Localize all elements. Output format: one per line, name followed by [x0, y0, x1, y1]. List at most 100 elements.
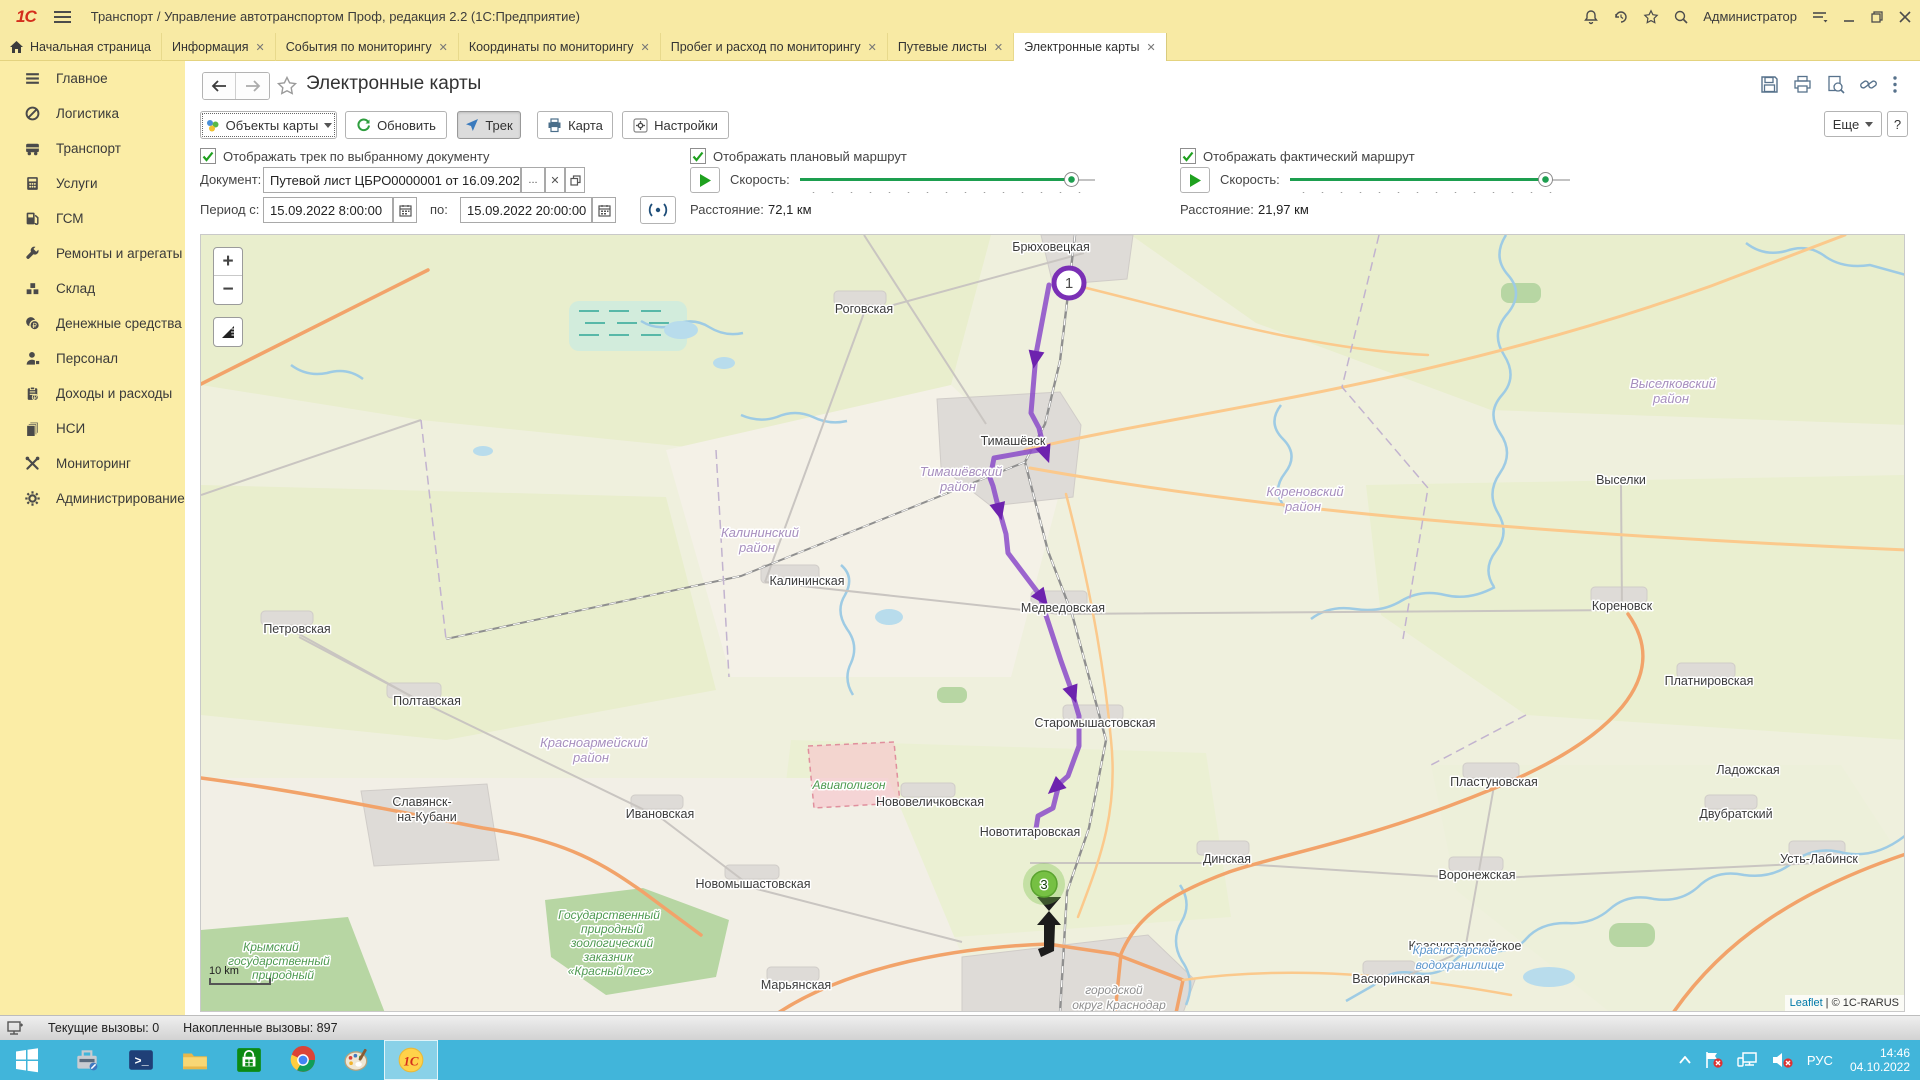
tab-home[interactable]: Начальная страница [0, 33, 162, 61]
sidebar-item-money[interactable]: Денежные средства [0, 306, 185, 341]
period-from-input[interactable]: 15.09.2022 8:00:00 [263, 197, 393, 223]
tab-close-icon[interactable]: ✕ [868, 41, 877, 54]
play-icon [1190, 174, 1201, 187]
sidebar-item-monitoring[interactable]: Мониторинг [0, 446, 185, 481]
plan-speed-slider[interactable] [800, 167, 1095, 193]
close-button[interactable] [1898, 10, 1912, 24]
slider-handle[interactable] [1064, 172, 1079, 187]
track-button[interactable]: Трек [457, 111, 521, 139]
tab-document-2[interactable]: События по мониторингу✕ [276, 33, 459, 61]
history-icon[interactable] [1613, 9, 1629, 25]
sidebar-item-logistics[interactable]: Логистика [0, 96, 185, 131]
start-button[interactable] [0, 1040, 54, 1080]
more-actions-kebab-icon[interactable] [1892, 75, 1898, 94]
map-objects-button[interactable]: Объекты карты [200, 111, 337, 139]
save-icon[interactable] [1760, 75, 1779, 94]
tab-close-icon[interactable]: ✕ [994, 41, 1003, 54]
notifications-bell-icon[interactable] [1583, 9, 1599, 25]
restore-button[interactable] [1870, 10, 1884, 24]
tab-document-5[interactable]: Путевые листы✕ [888, 33, 1014, 61]
repairs-icon [24, 245, 41, 262]
logistics-icon [24, 105, 41, 122]
sidebar-item-income[interactable]: Доходы и расходы [0, 376, 185, 411]
taskbar-app-windows-store[interactable] [222, 1040, 276, 1080]
taskbar-app-paint[interactable] [330, 1040, 384, 1080]
current-user[interactable]: Администратор [1703, 9, 1797, 24]
show-fact-route-checkbox[interactable] [1180, 148, 1196, 164]
period-to-calendar-button[interactable] [592, 197, 616, 223]
sidebar-item-admin[interactable]: Администрирование [0, 481, 185, 516]
map-print-button[interactable]: Карта [537, 111, 613, 139]
network-icon[interactable] [1737, 1051, 1759, 1069]
document-input[interactable]: Путевой лист ЦБРО0000001 от 16.09.2022 0… [263, 167, 521, 193]
track-end-marker[interactable]: 3 [1023, 863, 1065, 905]
windows-taskbar: РУС 14:46 04.10.2022 [0, 1040, 1920, 1080]
document-open-button[interactable] [565, 167, 585, 193]
track-start-marker[interactable]: 1 [1054, 268, 1084, 298]
map-canvas[interactable]: 1 3 БрюховецкаяРоговскаяТимашёвскВыселки… [200, 234, 1905, 1012]
refresh-button[interactable]: Обновить [345, 111, 447, 139]
sidebar-item-nsi[interactable]: НСИ [0, 411, 185, 446]
taskbar-app-powershell[interactable] [114, 1040, 168, 1080]
more-button[interactable]: Еще [1824, 111, 1882, 137]
settings-button[interactable]: Настройки [622, 111, 729, 139]
tab-document-6[interactable]: Электронные карты✕ [1014, 33, 1167, 61]
show-track-checkbox[interactable] [200, 148, 216, 164]
tab-close-icon[interactable]: ✕ [439, 41, 448, 54]
volume-muted-icon[interactable] [1772, 1051, 1794, 1069]
taskbar-app-1c-enterprise[interactable] [384, 1040, 438, 1080]
sidebar-item-fuel[interactable]: ГСМ [0, 201, 185, 236]
taskbar-app-chrome[interactable] [276, 1040, 330, 1080]
sidebar-item-label: ГСМ [56, 211, 84, 226]
tab-document-4[interactable]: Пробег и расход по мониторингу✕ [661, 33, 888, 61]
tab-document-1[interactable]: Информация✕ [162, 33, 276, 61]
plan-distance-label: Расстояние: [690, 202, 764, 217]
zoom-in-button[interactable]: + [214, 248, 242, 276]
document-clear-button[interactable]: ✕ [545, 167, 565, 193]
minimize-button[interactable] [1842, 10, 1856, 24]
zoom-out-button[interactable]: − [214, 276, 242, 304]
service-menu-icon[interactable] [1811, 9, 1828, 25]
favorites-star-icon[interactable] [1643, 9, 1659, 25]
action-center-flag-icon[interactable] [1704, 1051, 1724, 1069]
document-choose-button[interactable]: ... [521, 167, 545, 193]
tab-close-icon[interactable]: ✕ [256, 41, 265, 54]
fact-speed-slider[interactable] [1290, 167, 1570, 193]
taskbar-app-file-explorer[interactable] [168, 1040, 222, 1080]
sidebar-item-warehouse[interactable]: Склад [0, 271, 185, 306]
slider-handle[interactable] [1538, 172, 1553, 187]
favorite-star-icon[interactable] [276, 75, 298, 97]
show-plan-route-checkbox[interactable] [690, 148, 706, 164]
sidebar-item-repairs[interactable]: Ремонты и агрегаты [0, 236, 185, 271]
leaflet-link[interactable]: Leaflet [1790, 997, 1823, 1009]
nav-forward-button[interactable] [236, 73, 269, 99]
nav-back-button[interactable] [203, 73, 236, 99]
help-button[interactable]: ? [1887, 111, 1908, 137]
sidebar-item-personnel[interactable]: Персонал [0, 341, 185, 376]
period-from-calendar-button[interactable] [393, 197, 417, 223]
tab-document-3[interactable]: Координаты по мониторингу✕ [459, 33, 661, 61]
tray-expand-icon[interactable] [1679, 1056, 1691, 1064]
taskbar-app-admin-console[interactable] [60, 1040, 114, 1080]
main-menu-icon[interactable] [54, 11, 71, 23]
get-link-icon[interactable] [1859, 75, 1878, 94]
sidebar-item-transport[interactable]: Транспорт [0, 131, 185, 166]
sidebar-item-menu[interactable]: Главное [0, 61, 185, 96]
map-label-t: Пластуновская [1450, 775, 1538, 789]
tab-close-icon[interactable]: ✕ [1146, 41, 1155, 54]
print-icon[interactable] [1793, 75, 1812, 94]
plan-play-button[interactable] [690, 167, 720, 193]
tray-clock[interactable]: 14:46 04.10.2022 [1850, 1046, 1910, 1074]
signal-antenna-icon [648, 203, 668, 217]
period-to-input[interactable]: 15.09.2022 20:00:00 [460, 197, 592, 223]
monitoring-signal-button[interactable] [640, 196, 676, 224]
tab-close-icon[interactable]: ✕ [641, 41, 650, 54]
language-indicator[interactable]: РУС [1807, 1053, 1833, 1068]
sidebar-item-services[interactable]: Услуги [0, 166, 185, 201]
search-icon[interactable] [1673, 9, 1689, 25]
map-measure-button[interactable] [213, 317, 243, 347]
print-preview-icon[interactable] [1826, 75, 1845, 94]
dropdown-arrow-icon [324, 123, 332, 128]
fact-play-button[interactable] [1180, 167, 1210, 193]
map-label-t: Воронежская [1439, 868, 1516, 882]
